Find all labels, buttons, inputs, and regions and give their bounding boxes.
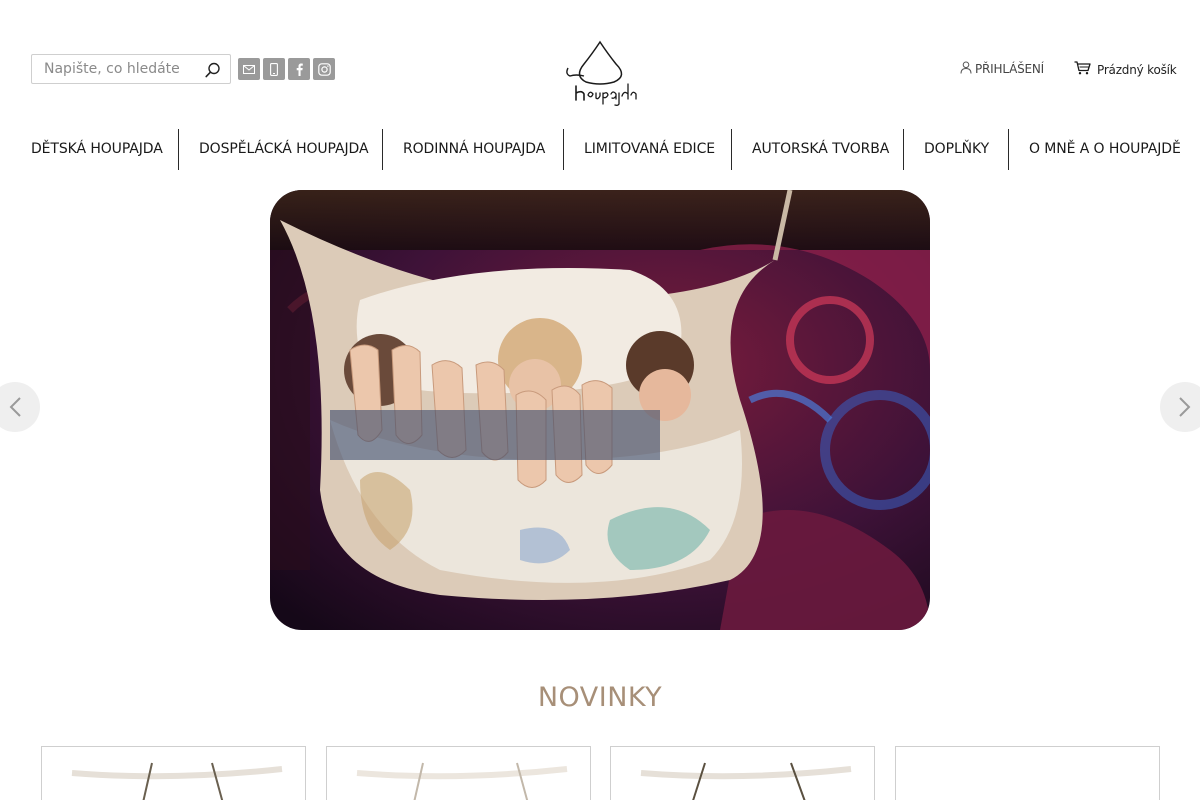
search-input[interactable]	[32, 55, 202, 83]
nav-item-doplnky[interactable]: DOPLŇKY	[924, 129, 989, 170]
nav-item-limitovana-edice[interactable]: LIMITOVANÁ EDICE	[584, 129, 715, 170]
search-icon[interactable]	[204, 61, 222, 79]
cart-label: Prázdný košík	[1097, 62, 1177, 77]
nav-item-o-mne[interactable]: O MNĚ A O HOUPAJDĚ	[1029, 129, 1181, 170]
product-card[interactable]	[895, 746, 1160, 800]
email-icon[interactable]	[238, 58, 260, 80]
nav-item-rodinna-houpajda[interactable]: RODINNÁ HOUPAJDA	[403, 129, 545, 170]
login-link[interactable]: PŘIHLÁŠENÍ	[960, 61, 1044, 77]
nav-separator	[382, 129, 383, 170]
nav-item-autorska-tvorba[interactable]: AUTORSKÁ TVORBA	[752, 129, 889, 170]
login-label: PŘIHLÁŠENÍ	[975, 62, 1045, 76]
cart-link[interactable]: Prázdný košík	[1074, 61, 1177, 78]
nav-separator	[178, 129, 179, 170]
slider-prev-button[interactable]	[0, 382, 40, 432]
user-icon	[960, 61, 972, 77]
product-card[interactable]	[41, 746, 306, 800]
nav-item-dospelacka-houpajda[interactable]: DOSPĚLÁCKÁ HOUPAJDA	[199, 129, 369, 170]
hero-slide-image[interactable]	[270, 190, 930, 630]
search-box	[31, 54, 231, 84]
nav-separator	[731, 129, 732, 170]
nav-separator	[903, 129, 904, 170]
nav-separator	[563, 129, 564, 170]
logo[interactable]	[562, 38, 638, 110]
product-card[interactable]	[610, 746, 875, 800]
nav-separator	[1008, 129, 1009, 170]
cart-icon	[1074, 61, 1091, 78]
section-title-novinky: NOVINKY	[537, 682, 663, 713]
phone-icon[interactable]	[263, 58, 285, 80]
nav-item-detska-houpajda[interactable]: DĚTSKÁ HOUPAJDA	[31, 129, 163, 170]
slider-next-button[interactable]	[1160, 382, 1200, 432]
main-nav: DĚTSKÁ HOUPAJDA DOSPĚLÁCKÁ HOUPAJDA RODI…	[0, 129, 1200, 170]
facebook-icon[interactable]	[288, 58, 310, 80]
product-card[interactable]	[326, 746, 591, 800]
instagram-icon[interactable]	[313, 58, 335, 80]
